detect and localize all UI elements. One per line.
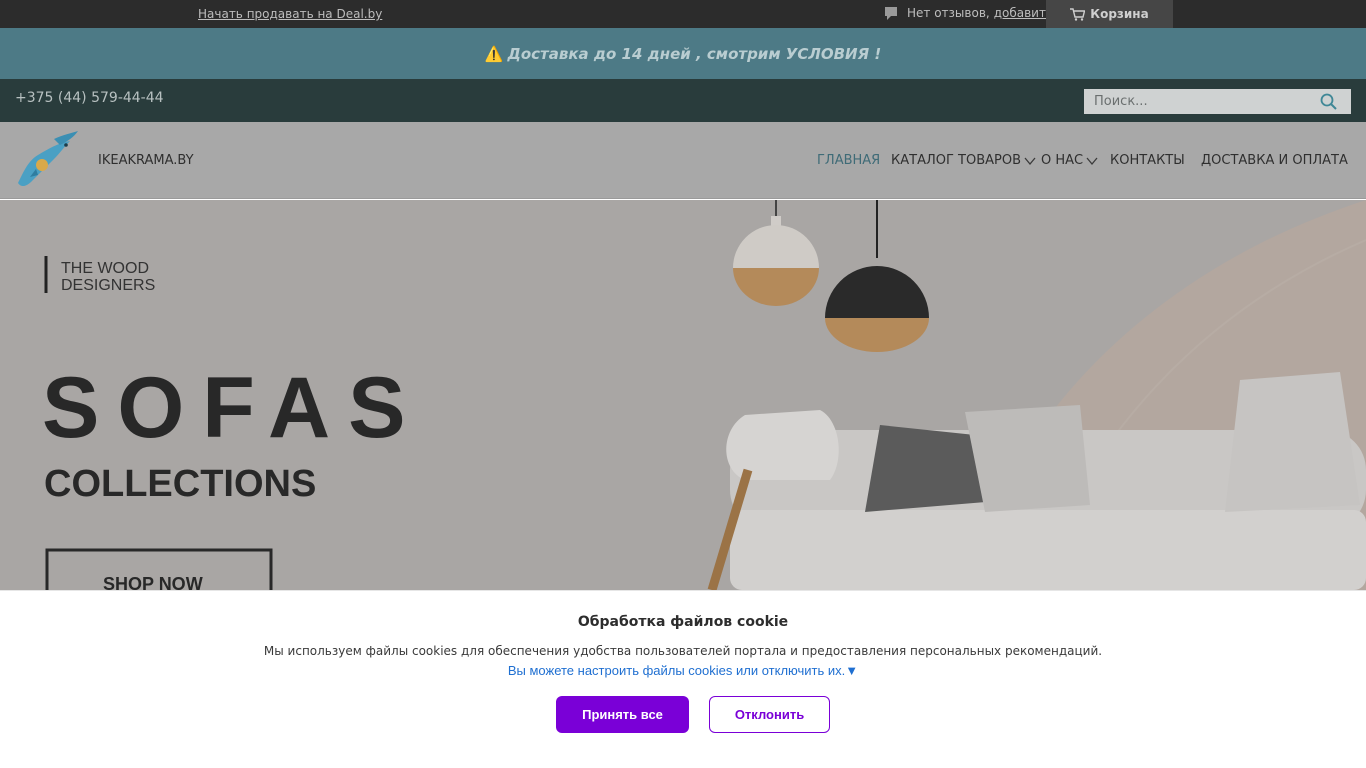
cookie-settings-link[interactable]: Вы можете настроить файлы cookies или от… <box>0 663 1366 678</box>
add-review-link[interactable]: добавить <box>994 6 1053 20</box>
decline-button[interactable]: Отклонить <box>709 696 830 733</box>
reviews-text: Нет отзывов, <box>907 6 990 20</box>
pillow-right <box>1225 372 1360 512</box>
start-selling-link[interactable]: Начать продавать на Deal.by <box>198 7 382 21</box>
hero-banner[interactable]: THE WOOD DESIGNERS SOFAS COLLECTIONS SHO… <box>0 200 1366 590</box>
cart-button[interactable]: Корзина <box>1046 0 1173 28</box>
shop-now-button[interactable]: SHOP NOW <box>103 574 203 590</box>
top-bar: Начать продавать на Deal.by Нет отзывов,… <box>0 0 1366 28</box>
main-menu: ГЛАВНАЯ КАТАЛОГ ТОВАРОВ О НАС КОНТАКТЫ Д… <box>0 153 1366 173</box>
nav-item-label: КОНТАКТЫ <box>1110 153 1185 168</box>
comment-icon <box>885 7 897 20</box>
hero-headline: SOFAS <box>42 360 424 456</box>
accept-all-button[interactable]: Принять все <box>556 696 689 733</box>
nav-item-label: ДОСТАВКА И ОПЛАТА <box>1201 153 1348 168</box>
nav-item-contacts[interactable]: КОНТАКТЫ <box>1110 153 1185 168</box>
nav-item-label: КАТАЛОГ ТОВАРОВ <box>891 153 1021 168</box>
lamp-white-shade <box>733 225 819 268</box>
sofa-seat <box>730 510 1366 590</box>
chevron-down-icon <box>1086 157 1098 165</box>
pillow-light <box>965 405 1090 512</box>
delivery-promo-banner[interactable]: ⚠️ Доставка до 14 дней , смотрим УСЛОВИЯ… <box>0 28 1366 79</box>
reviews-info: Нет отзывов, добавить <box>884 6 1053 20</box>
hero-illustration: THE WOOD DESIGNERS SOFAS COLLECTIONS SHO… <box>42 200 1366 590</box>
cookie-title: Обработка файлов cookie <box>577 614 789 630</box>
cart-label: Корзина <box>1090 7 1149 21</box>
nav-item-label: ГЛАВНАЯ <box>817 153 881 168</box>
search-input[interactable] <box>1084 89 1314 114</box>
warning-icon: ⚠️ <box>484 44 504 63</box>
phone-number[interactable]: +375 (44) 579-44-44 <box>15 90 164 106</box>
chevron-down-icon <box>1024 157 1036 165</box>
nav-item-label: О НАС <box>1041 153 1084 168</box>
hero-subheadline: COLLECTIONS <box>44 463 316 505</box>
hero-brand-line2: DESIGNERS <box>61 277 155 294</box>
promo-text: Доставка до 14 дней , смотрим УСЛОВИЯ ! <box>507 44 882 63</box>
main-navbar: IKEAKRAMA.BY ГЛАВНАЯ КАТАЛОГ ТОВАРОВ О Н… <box>0 122 1366 199</box>
lamp-black-shade <box>825 266 929 318</box>
cookie-text: Мы используем файлы cookies для обеспече… <box>263 644 1103 658</box>
nav-item-about[interactable]: О НАС <box>1041 153 1098 168</box>
hero-brand-line1: THE WOOD <box>61 260 149 277</box>
nav-item-delivery[interactable]: ДОСТАВКА И ОПЛАТА <box>1201 153 1348 168</box>
cookie-consent-panel: Обработка файлов cookie Мы используем фа… <box>0 590 1366 768</box>
nav-item-catalog[interactable]: КАТАЛОГ ТОВАРОВ <box>891 153 1036 168</box>
cart-icon <box>1070 7 1086 21</box>
nav-item-home[interactable]: ГЛАВНАЯ <box>817 153 880 168</box>
search-icon[interactable] <box>1320 93 1337 110</box>
search-box <box>1084 89 1351 114</box>
